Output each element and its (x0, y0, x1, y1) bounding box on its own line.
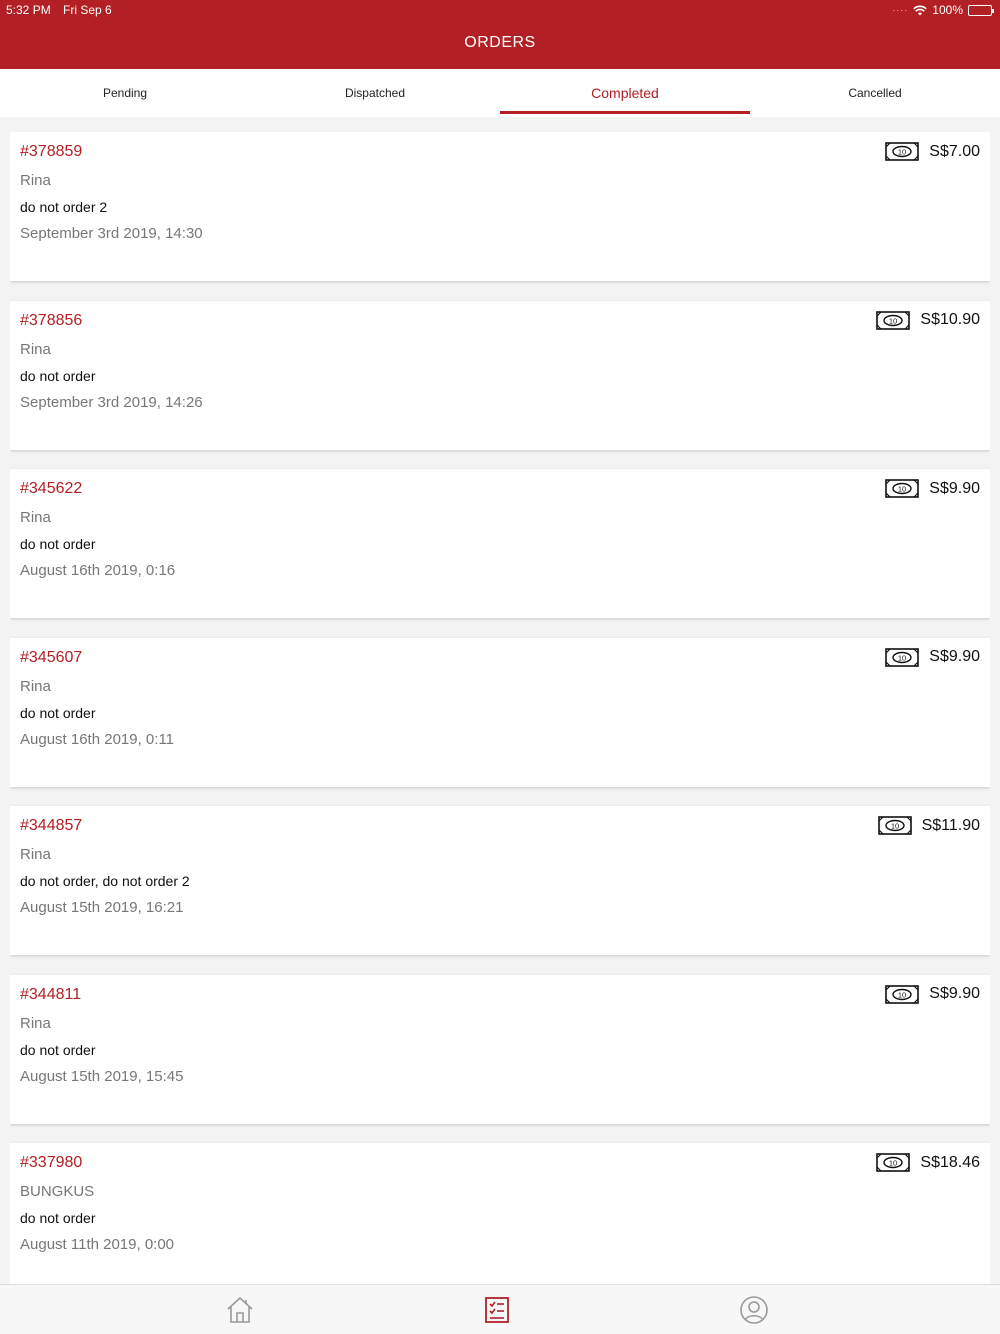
svg-text:10: 10 (898, 990, 906, 999)
nav-profile-button[interactable] (739, 1295, 769, 1325)
status-date: Fri Sep 6 (63, 3, 112, 17)
order-id: #344811 (20, 985, 82, 1003)
order-total: 10 S$9.90 (885, 984, 980, 1004)
order-card[interactable]: #337980 BUNGKUS do not order August 11th 20… (10, 1143, 990, 1284)
nav-home-button[interactable] (225, 1295, 255, 1325)
customer-name: Rina (20, 846, 51, 863)
order-price: S$9.90 (929, 648, 980, 665)
battery-icon (968, 4, 994, 16)
svg-text:10: 10 (898, 147, 906, 156)
order-date: August 15th 2019, 16:21 (20, 899, 184, 916)
cash-icon: 10 (876, 1153, 911, 1172)
order-total: 10 S$11.90 (877, 816, 980, 835)
order-status-tabs: Pending Dispatched Completed Cancelled (0, 69, 1000, 117)
tab-dispatched[interactable]: Dispatched (250, 69, 500, 117)
order-price: S$11.90 (921, 816, 980, 834)
order-total: 10 S$9.90 (885, 479, 980, 498)
order-id: #378859 (20, 143, 83, 160)
status-bar: 5:32 PM Fri Sep 6 ···· 100% (0, 0, 1000, 20)
order-total: 10 S$9.90 (885, 647, 980, 667)
tab-completed[interactable]: Completed (500, 69, 750, 117)
order-price: S$9.90 (929, 985, 980, 1002)
svg-text:10: 10 (898, 653, 906, 662)
order-date: August 16th 2019, 0:16 (20, 562, 176, 579)
order-items: do not order (20, 367, 96, 384)
order-price: S$10.90 (920, 311, 980, 328)
order-card[interactable]: #378859 Rina do not order 2 September 3rd 2… (10, 132, 990, 281)
order-items: do not order (20, 1210, 96, 1226)
signal-dots-icon: ···· (892, 5, 909, 15)
cash-icon: 10 (885, 647, 920, 667)
svg-text:10: 10 (890, 821, 898, 830)
order-items: do not order (20, 536, 96, 552)
order-total: 10 S$10.90 (876, 310, 980, 330)
battery-percent: 100% (932, 3, 963, 17)
order-items: do not order (20, 1041, 96, 1058)
order-date: August 16th 2019, 0:11 (20, 730, 175, 748)
order-card[interactable]: #345622 Rina do not order August 16th 2019,… (10, 469, 990, 618)
order-id: #345622 (20, 480, 83, 497)
order-price: S$9.90 (929, 479, 980, 497)
home-icon (227, 1297, 253, 1323)
svg-text:10: 10 (889, 1158, 897, 1167)
customer-name: BUNGKUS (20, 1183, 95, 1200)
order-items: do not order 2 (20, 199, 108, 215)
order-price: S$7.00 (929, 142, 980, 160)
customer-name: Rina (20, 677, 51, 695)
order-id: #337980 (20, 1154, 83, 1171)
order-id: #345607 (20, 648, 83, 666)
page-title: ORDERS (464, 34, 536, 51)
order-id: #378856 (20, 311, 83, 329)
cash-icon: 10 (885, 142, 920, 161)
order-card[interactable]: #378856 Rina do not order September 3rd 201… (10, 300, 990, 450)
order-items: do not order (20, 704, 96, 721)
order-card[interactable]: #344857 Rina do not order, do not order 2 A… (10, 806, 990, 955)
cash-icon: 10 (877, 816, 912, 835)
svg-text:10: 10 (898, 484, 906, 493)
customer-name: Rina (20, 509, 51, 526)
order-date: September 3rd 2019, 14:26 (20, 393, 203, 411)
cash-icon: 10 (885, 984, 920, 1004)
order-date: August 15th 2019, 15:45 (20, 1067, 184, 1085)
bottom-nav (0, 1284, 1000, 1334)
nav-orders-button[interactable] (482, 1295, 512, 1325)
cash-icon: 10 (885, 479, 920, 498)
tab-pending[interactable]: Pending (0, 69, 250, 117)
order-id: #344857 (20, 817, 83, 834)
svg-text:10: 10 (889, 316, 897, 325)
order-card[interactable]: #345607 Rina do not order August 16th 2019,… (10, 637, 990, 787)
order-card[interactable]: #344811 Rina do not order August 15th 2019,… (10, 974, 990, 1124)
orders-list-icon (485, 1297, 509, 1323)
customer-name: Rina (20, 172, 51, 189)
order-price: S$18.46 (920, 1153, 980, 1171)
order-items: do not order, do not order 2 (20, 873, 190, 889)
order-total: 10 S$7.00 (885, 142, 980, 161)
profile-icon (740, 1296, 768, 1324)
customer-name: Rina (20, 1014, 51, 1032)
wifi-icon (913, 5, 928, 15)
order-date: September 3rd 2019, 14:30 (20, 225, 203, 242)
orders-list: #378859 Rina do not order 2 September 3rd 2… (10, 132, 990, 1284)
status-time: 5:32 PM (6, 3, 51, 17)
order-date: August 11th 2019, 0:00 (20, 1236, 175, 1253)
app-header: 5:32 PM Fri Sep 6 ···· 100% ORDERS (0, 0, 1000, 69)
order-total: 10 S$18.46 (876, 1153, 980, 1172)
customer-name: Rina (20, 340, 51, 358)
tab-cancelled[interactable]: Cancelled (750, 69, 1000, 117)
cash-icon: 10 (876, 310, 911, 330)
status-indicators: ···· 100% (892, 3, 994, 17)
